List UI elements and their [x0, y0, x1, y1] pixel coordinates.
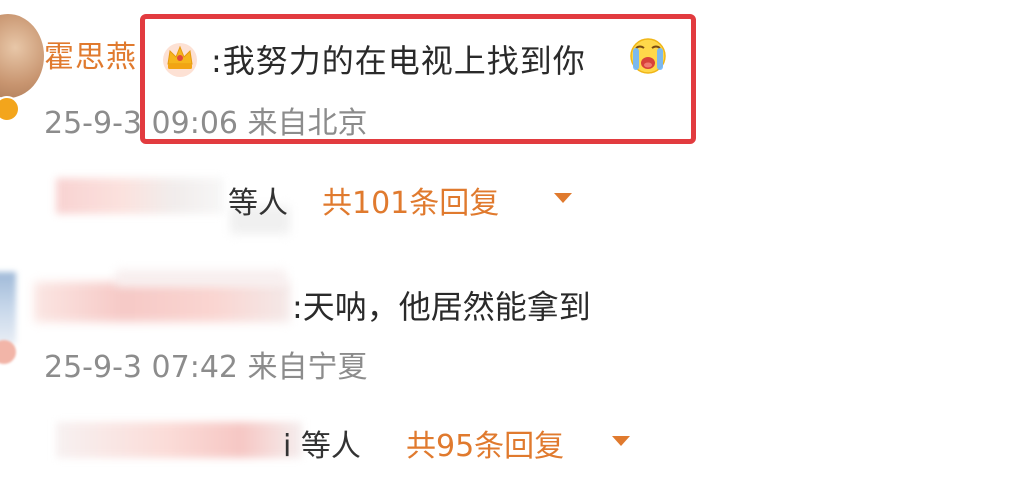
blurred-username-overflow: [116, 270, 286, 286]
reply-names-suffix: 等人: [228, 186, 288, 221]
crying-face-icon: [630, 38, 666, 74]
verified-badge-icon: [0, 96, 20, 122]
comment-meta: 25-9-3 07:42 来自宁夏: [44, 350, 368, 385]
view-replies-link[interactable]: 共95条回复: [406, 421, 564, 465]
comment-text: :我努力的在电视上找到你: [211, 42, 586, 80]
blurred-username[interactable]: [34, 282, 290, 322]
reply-names-suffix: i 等人: [283, 429, 361, 464]
avatar[interactable]: [0, 14, 44, 98]
comment-meta: 25-9-3 09:06 来自北京: [44, 106, 368, 141]
blurred-reply-names: [56, 422, 302, 458]
crown-emoji-icon: [163, 43, 197, 77]
chevron-down-icon[interactable]: [554, 193, 572, 203]
avatar[interactable]: [0, 272, 16, 344]
blurred-reply-names: [56, 178, 224, 214]
comment-text: :天呐，他居然能拿到: [292, 288, 591, 326]
view-replies-link[interactable]: 共101条回复: [322, 178, 499, 222]
chevron-down-icon[interactable]: [612, 436, 630, 446]
